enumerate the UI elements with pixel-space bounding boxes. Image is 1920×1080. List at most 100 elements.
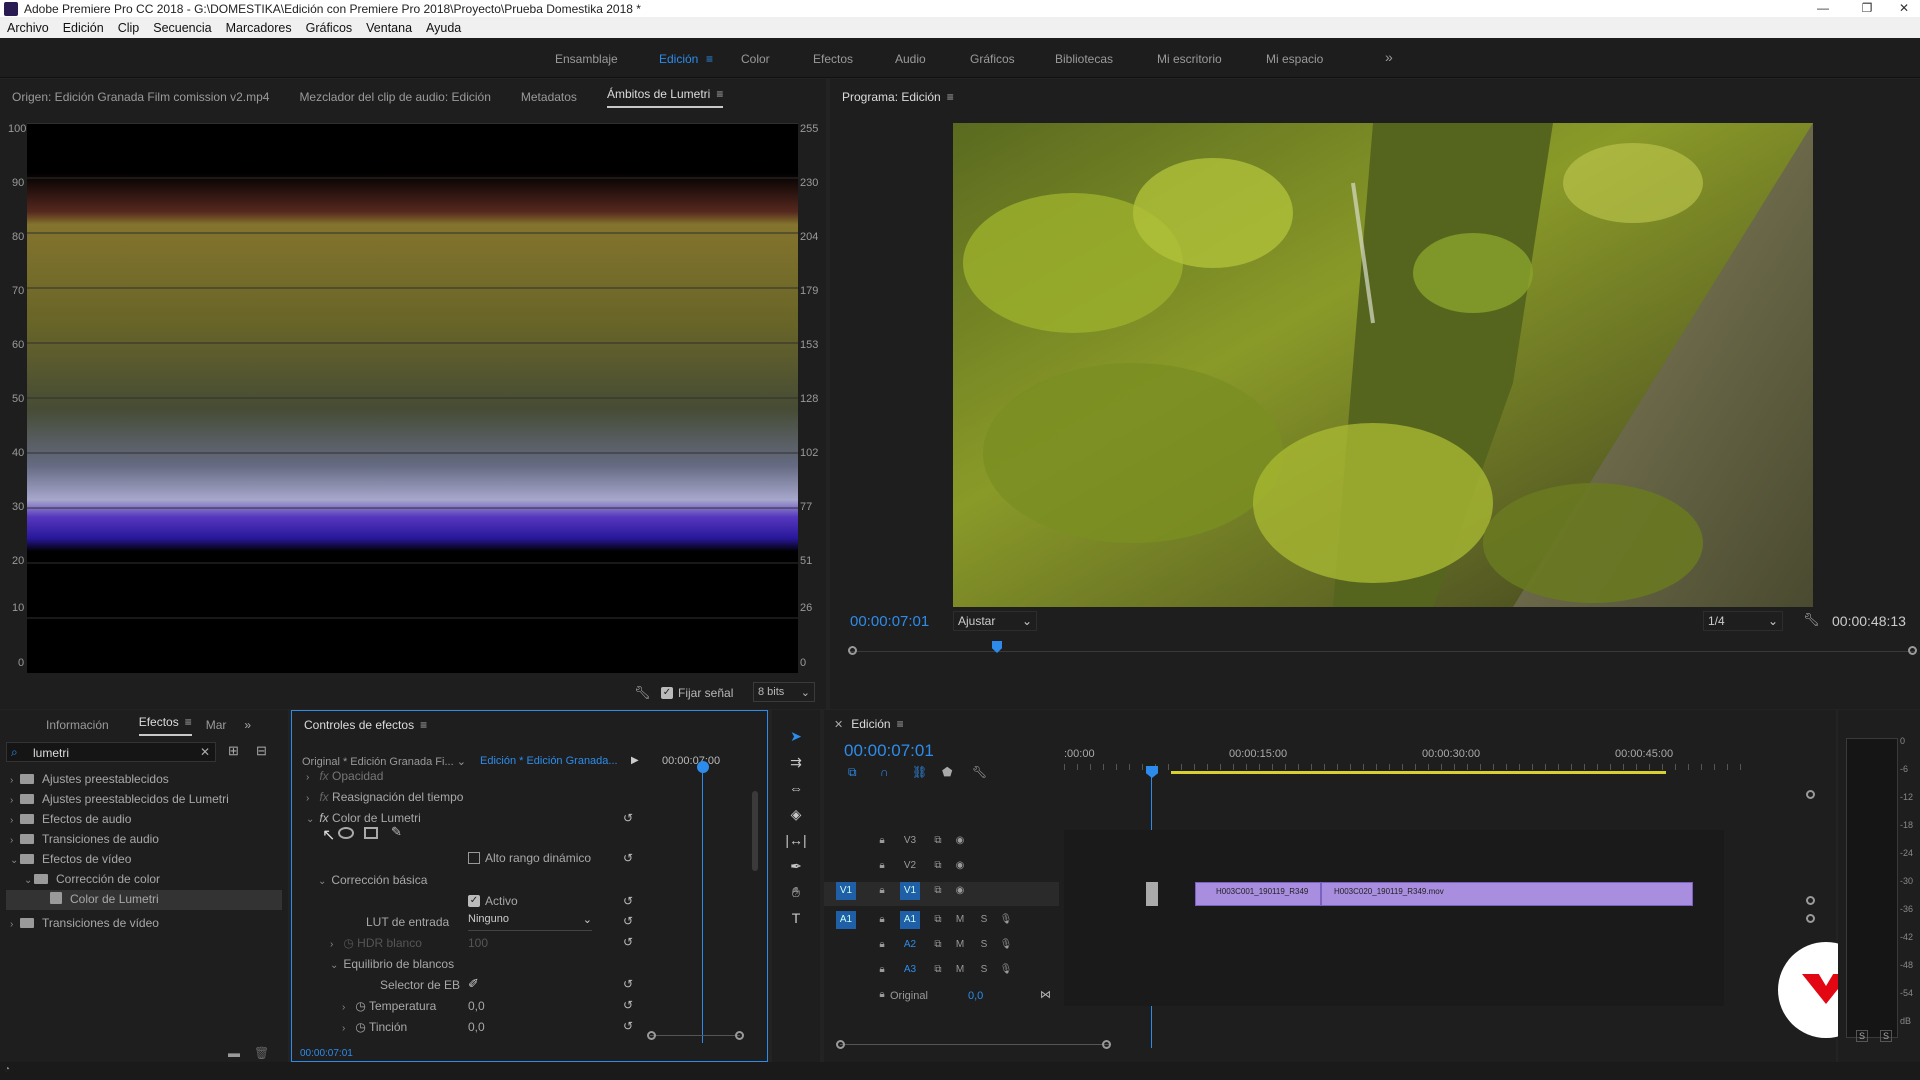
hdr-white-value[interactable]: 100: [468, 936, 488, 950]
microphone-icon[interactable]: 🎙︎: [996, 911, 1016, 929]
scrub-end-handle[interactable]: [1908, 646, 1917, 655]
tree-item-efectos-video[interactable]: ⌄ Efectos de vídeo: [10, 852, 131, 866]
menu-edicion[interactable]: Edición: [56, 21, 111, 35]
workspace-edicion[interactable]: Edición: [659, 52, 698, 66]
solo-button[interactable]: S: [974, 911, 994, 929]
row-correccion-basica[interactable]: ⌄ Corrección básica: [318, 873, 427, 887]
tree-item-correccion-color[interactable]: ⌄ Corrección de color: [24, 872, 160, 886]
ec-scrollbar[interactable]: [752, 791, 758, 871]
panel-menu-icon[interactable]: ≡: [897, 717, 904, 731]
mute-button[interactable]: M: [950, 911, 970, 929]
row-color-lumetri[interactable]: ⌄ fx Color de Lumetri: [306, 811, 421, 825]
program-scrub-bar[interactable]: [848, 641, 1917, 657]
new-bin-icon[interactable]: ▬: [228, 1046, 240, 1060]
row-temperatura[interactable]: › ◷ Temperatura: [342, 999, 436, 1013]
tree-item-ajustes-lumetri[interactable]: › Ajustes preestablecidos de Lumetri: [10, 792, 229, 806]
workspace-mi-escritorio[interactable]: Mi escritorio: [1157, 52, 1222, 66]
eyedropper-icon[interactable]: ✐: [468, 976, 479, 992]
bits-dropdown[interactable]: 8 bits ⌄: [753, 682, 815, 702]
sync-lock-icon[interactable]: ⧉: [928, 961, 948, 979]
workspace-color[interactable]: Color: [741, 52, 770, 66]
tab-marcadores[interactable]: Mar: [192, 718, 245, 732]
tab-ambitos-lumetri[interactable]: Ámbitos de Lumetri ≡: [595, 87, 741, 108]
track-label-v1[interactable]: V1: [900, 882, 920, 900]
stopwatch-icon[interactable]: ◷: [355, 999, 365, 1013]
sequence-clip-label[interactable]: Edición * Edición Granada...: [480, 755, 618, 767]
snap-icon[interactable]: ∩: [880, 765, 889, 779]
row-reasignacion[interactable]: › fx Reasignación del tiempo: [306, 790, 463, 804]
sync-lock-icon[interactable]: ⧉: [928, 936, 948, 954]
restore-button[interactable]: ❐: [1848, 0, 1886, 17]
track-area[interactable]: [1064, 830, 1724, 1006]
menu-archivo[interactable]: Archivo: [0, 21, 56, 35]
track-label-a2[interactable]: A2: [900, 936, 920, 954]
selection-tool-icon[interactable]: ➤: [784, 728, 808, 750]
mix-toggle-icon[interactable]: ⋈: [1040, 988, 1051, 1001]
hand-tool-icon[interactable]: ✋︎: [784, 884, 808, 906]
clamp-checkbox[interactable]: ✓: [661, 687, 673, 699]
tab-edicion-sequence[interactable]: Edición ≡: [843, 717, 921, 731]
solo-button[interactable]: S: [974, 961, 994, 979]
track-label-a1[interactable]: A1: [900, 911, 920, 929]
eye-icon[interactable]: ◉: [950, 857, 970, 875]
sync-lock-icon[interactable]: ⧉: [928, 857, 948, 875]
row-tincion[interactable]: › ◷ Tinción: [342, 1020, 407, 1034]
tree-item-transiciones-video[interactable]: › Transiciones de vídeo: [10, 916, 159, 930]
workspace-ensamblaje[interactable]: Ensamblaje: [555, 52, 618, 66]
panel-menu-icon[interactable]: ≡: [185, 715, 192, 729]
tree-item-color-lumetri[interactable]: Color de Lumetri: [6, 890, 282, 910]
v-scroll-mid-handle[interactable]: [1806, 896, 1815, 905]
resolution-dropdown[interactable]: 1/4 ⌄: [1703, 611, 1783, 631]
microphone-icon[interactable]: 🎙︎: [996, 961, 1016, 979]
track-label-v2[interactable]: V2: [900, 857, 920, 875]
row-hdr-blanco[interactable]: › ◷ HDR blanco: [330, 936, 422, 950]
menu-ayuda[interactable]: Ayuda: [419, 21, 468, 35]
more-panels-icon[interactable]: »: [244, 718, 251, 732]
row-opacidad[interactable]: › fx Opacidad: [306, 769, 383, 783]
mute-button[interactable]: M: [950, 961, 970, 979]
program-timecode[interactable]: 00:00:07:01: [850, 613, 929, 630]
sync-lock-icon[interactable]: ⧉: [928, 911, 948, 929]
solo-left-button[interactable]: S: [1856, 1030, 1869, 1042]
effects-search-box[interactable]: ⌕ lumetri ✕: [6, 742, 216, 762]
wrench-icon[interactable]: 🔧︎: [634, 685, 651, 701]
lut-dropdown[interactable]: Ninguno ⌄: [468, 913, 592, 931]
work-area-bar[interactable]: [1171, 771, 1666, 774]
eye-icon[interactable]: ◉: [950, 882, 970, 900]
workspace-mi-espacio[interactable]: Mi espacio: [1266, 52, 1323, 66]
solo-right-button[interactable]: S: [1880, 1030, 1893, 1042]
clear-search-icon[interactable]: ✕: [200, 745, 210, 759]
linked-selection-icon[interactable]: ⛓︎: [912, 765, 927, 779]
microphone-icon[interactable]: 🎙︎: [996, 936, 1016, 954]
tab-controles-efectos[interactable]: Controles de efectos ≡: [292, 718, 445, 732]
track-select-tool-icon[interactable]: ⇉: [784, 754, 808, 776]
ec-zoom-start-handle[interactable]: [647, 1031, 656, 1040]
tree-item-transiciones-audio[interactable]: › Transiciones de audio: [10, 832, 159, 846]
razor-tool-icon[interactable]: ◈: [784, 806, 808, 828]
ec-zoom-bar[interactable]: [650, 1035, 740, 1036]
slip-tool-icon[interactable]: |↔|: [784, 832, 808, 854]
small-clip-v1[interactable]: [1146, 882, 1158, 906]
menu-marcadores[interactable]: Marcadores: [219, 21, 299, 35]
lock-icon[interactable]: 🔒︎: [872, 882, 892, 900]
hdr-checkbox[interactable]: [468, 852, 480, 864]
reset-icon[interactable]: ↺: [623, 894, 633, 908]
reset-icon[interactable]: ↺: [623, 935, 633, 949]
workspaces-more-icon[interactable]: »: [1385, 49, 1393, 65]
tint-value[interactable]: 0,0: [468, 1020, 485, 1034]
h-zoom-bar[interactable]: [840, 1044, 1110, 1045]
reset-icon[interactable]: ↺: [623, 977, 633, 991]
h-zoom-start-handle[interactable]: [836, 1040, 845, 1049]
tree-item-efectos-audio[interactable]: › Efectos de audio: [10, 812, 131, 826]
tab-mezclador[interactable]: Mezclador del clip de audio: Edición: [287, 90, 508, 104]
track-label-v3[interactable]: V3: [900, 832, 920, 850]
ellipse-mask-icon[interactable]: [338, 827, 354, 839]
trash-icon[interactable]: 🗑︎: [254, 1046, 269, 1060]
fx-icon[interactable]: fx: [319, 811, 328, 825]
timeline-timecode[interactable]: 00:00:07:01: [844, 741, 934, 761]
workspace-audio[interactable]: Audio: [895, 52, 926, 66]
scrub-start-handle[interactable]: [848, 646, 857, 655]
mix-value[interactable]: 0,0: [968, 990, 983, 1002]
wrench-icon[interactable]: 🔧︎: [1803, 612, 1820, 628]
tab-informacion[interactable]: Información: [0, 718, 127, 732]
